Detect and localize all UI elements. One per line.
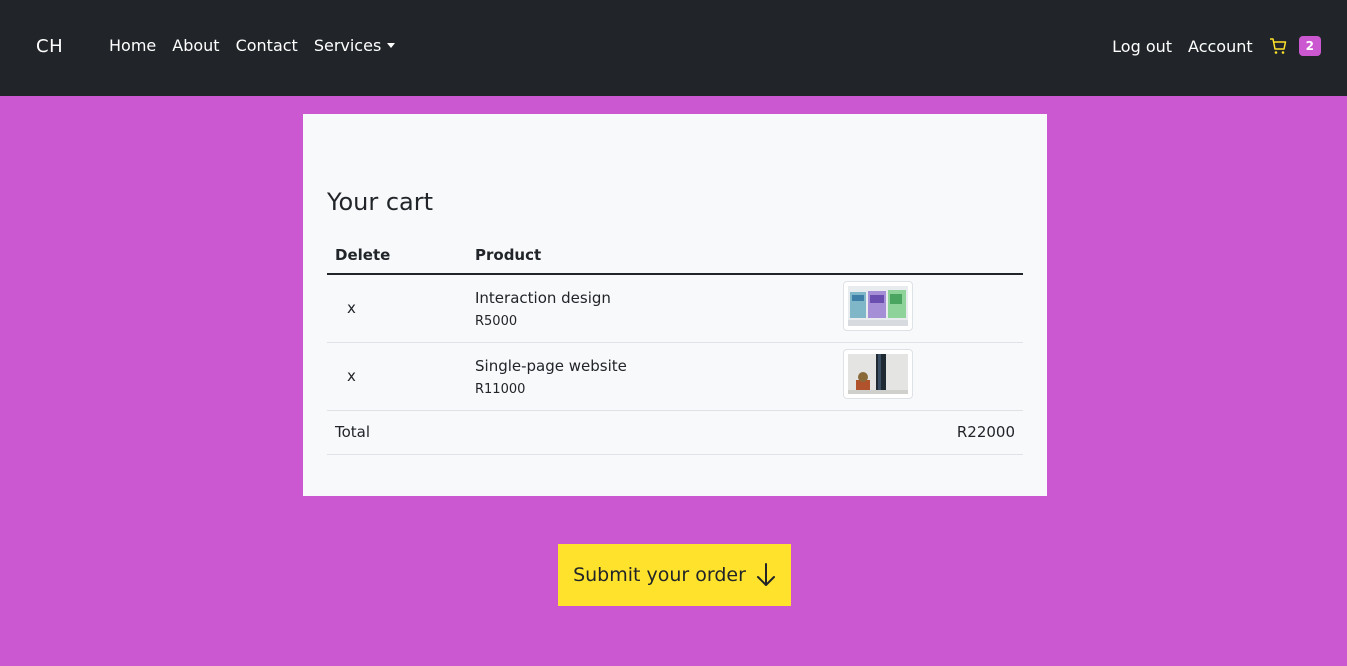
arrow-down-icon xyxy=(756,562,776,588)
delete-item-button[interactable]: x xyxy=(327,342,467,411)
single-page-website-thumbnail xyxy=(842,349,913,399)
total-value: R22000 xyxy=(834,410,1023,455)
logout-link[interactable]: Log out xyxy=(1112,37,1172,56)
account-link[interactable]: Account xyxy=(1188,37,1253,56)
nav-services-label: Services xyxy=(313,36,382,55)
total-row: Total R22000 xyxy=(327,410,1023,455)
navbar: CH Home About Contact Services Log out A… xyxy=(0,0,1347,96)
cart-link[interactable]: 2 xyxy=(1269,36,1321,56)
table-row: x Interaction design R5000 xyxy=(327,274,1023,343)
product-name: Interaction design xyxy=(475,288,611,307)
total-spacer xyxy=(467,410,835,455)
nav-links: Home About Contact Services xyxy=(109,36,396,55)
nav-about[interactable]: About xyxy=(172,36,219,55)
submit-order-button[interactable]: Submit your order xyxy=(558,544,791,606)
nav-services-dropdown[interactable]: Services xyxy=(313,36,396,55)
table-header-row: Delete Product xyxy=(327,236,1023,275)
nav-home[interactable]: Home xyxy=(109,36,156,55)
product-name: Single-page website xyxy=(475,356,627,375)
delete-item-button[interactable]: x xyxy=(327,274,467,343)
chevron-down-icon xyxy=(387,43,396,48)
product-price: R5000 xyxy=(475,313,518,329)
product-cell: Interaction design R5000 xyxy=(467,274,835,343)
table-row: x Single-page website R11000 xyxy=(327,342,1023,411)
brand-logo[interactable]: CH xyxy=(36,36,63,57)
nav-contact[interactable]: Contact xyxy=(236,36,298,55)
image-cell xyxy=(834,274,1023,343)
cart-table: Delete Product x Interaction design R500… xyxy=(327,236,1023,455)
header-delete: Delete xyxy=(327,236,467,275)
interaction-design-thumbnail xyxy=(842,281,913,332)
nav-right: Log out Account 2 xyxy=(1112,36,1321,56)
cart-count-badge: 2 xyxy=(1298,36,1321,56)
shopping-cart-icon xyxy=(1269,37,1287,55)
header-image xyxy=(834,236,1023,275)
image-cell xyxy=(834,342,1023,411)
submit-order-label: Submit your order xyxy=(573,564,746,586)
product-price: R11000 xyxy=(475,381,526,397)
total-label: Total xyxy=(327,410,467,455)
cart-card: Your cart Delete Product x Interaction d… xyxy=(303,114,1047,496)
cart-title: Your cart xyxy=(327,188,434,216)
header-product: Product xyxy=(467,236,835,275)
product-cell: Single-page website R11000 xyxy=(467,342,835,411)
